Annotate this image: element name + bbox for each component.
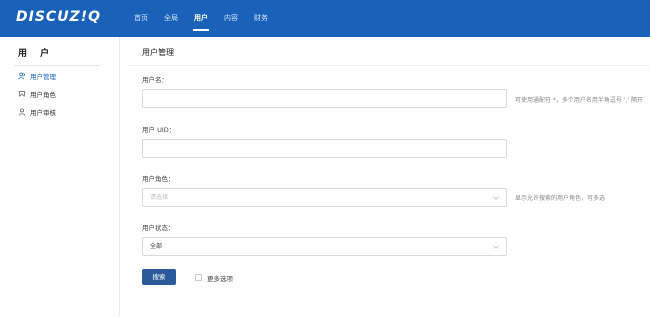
role-hint: 显示允许搜索的用户角色，可多选: [515, 195, 606, 202]
chevron-down-icon: [493, 196, 499, 200]
sidebar-title: 用 户: [18, 49, 55, 59]
top-navigation-bar: DISCUZ!Q 首页 全局 用户 内容 财务: [0, 0, 650, 37]
nav-home[interactable]: 首页: [126, 0, 156, 37]
title-divider: [129, 65, 650, 66]
main-content: 用户管理 用户名： 可使用通配符 *，多个用户名用半角逗号 ',' 隔开 用户 …: [121, 37, 650, 317]
user-review-icon: [18, 108, 26, 116]
sidebar-divider: [14, 65, 100, 66]
more-options-checkbox[interactable]: [195, 274, 202, 281]
status-select[interactable]: 全部: [142, 237, 507, 256]
more-options-label[interactable]: 更多选项: [207, 273, 233, 283]
role-label: 用户角色：: [142, 175, 175, 183]
nav-global[interactable]: 全局: [156, 0, 186, 37]
sidebar-item-user-roles[interactable]: 用户角色: [18, 89, 56, 99]
search-button[interactable]: 搜索: [142, 269, 176, 285]
role-icon: [18, 91, 26, 97]
sidebar-item-label: 用户角色: [30, 91, 56, 99]
sidebar: 用 户 用户管理 用户角色 用户审核: [0, 37, 120, 317]
users-icon: [18, 72, 25, 80]
role-select-placeholder: 请选择: [150, 194, 169, 201]
role-select[interactable]: 请选择: [142, 188, 507, 207]
username-label: 用户名：: [142, 76, 168, 84]
uid-input[interactable]: [142, 139, 507, 158]
nav-content[interactable]: 内容: [216, 0, 246, 37]
status-label: 用户状态：: [142, 224, 175, 232]
page-title: 用户管理: [142, 48, 174, 57]
sidebar-item-label: 用户审核: [30, 109, 56, 117]
main-nav: 首页 全局 用户 内容 财务: [126, 0, 276, 37]
sidebar-item-user-review[interactable]: 用户审核: [18, 107, 56, 117]
username-input[interactable]: [142, 89, 507, 108]
sidebar-item-label: 用户管理: [30, 73, 56, 81]
username-hint: 可使用通配符 *，多个用户名用半角逗号 ',' 隔开: [515, 97, 643, 104]
nav-users[interactable]: 用户: [186, 0, 216, 37]
logo: DISCUZ!Q: [16, 9, 101, 25]
uid-label: 用户 UID：: [142, 126, 176, 134]
status-select-value: 全部: [150, 243, 163, 250]
nav-finance[interactable]: 财务: [246, 0, 276, 37]
sidebar-item-user-management[interactable]: 用户管理: [18, 71, 56, 81]
chevron-down-icon: [493, 245, 499, 249]
